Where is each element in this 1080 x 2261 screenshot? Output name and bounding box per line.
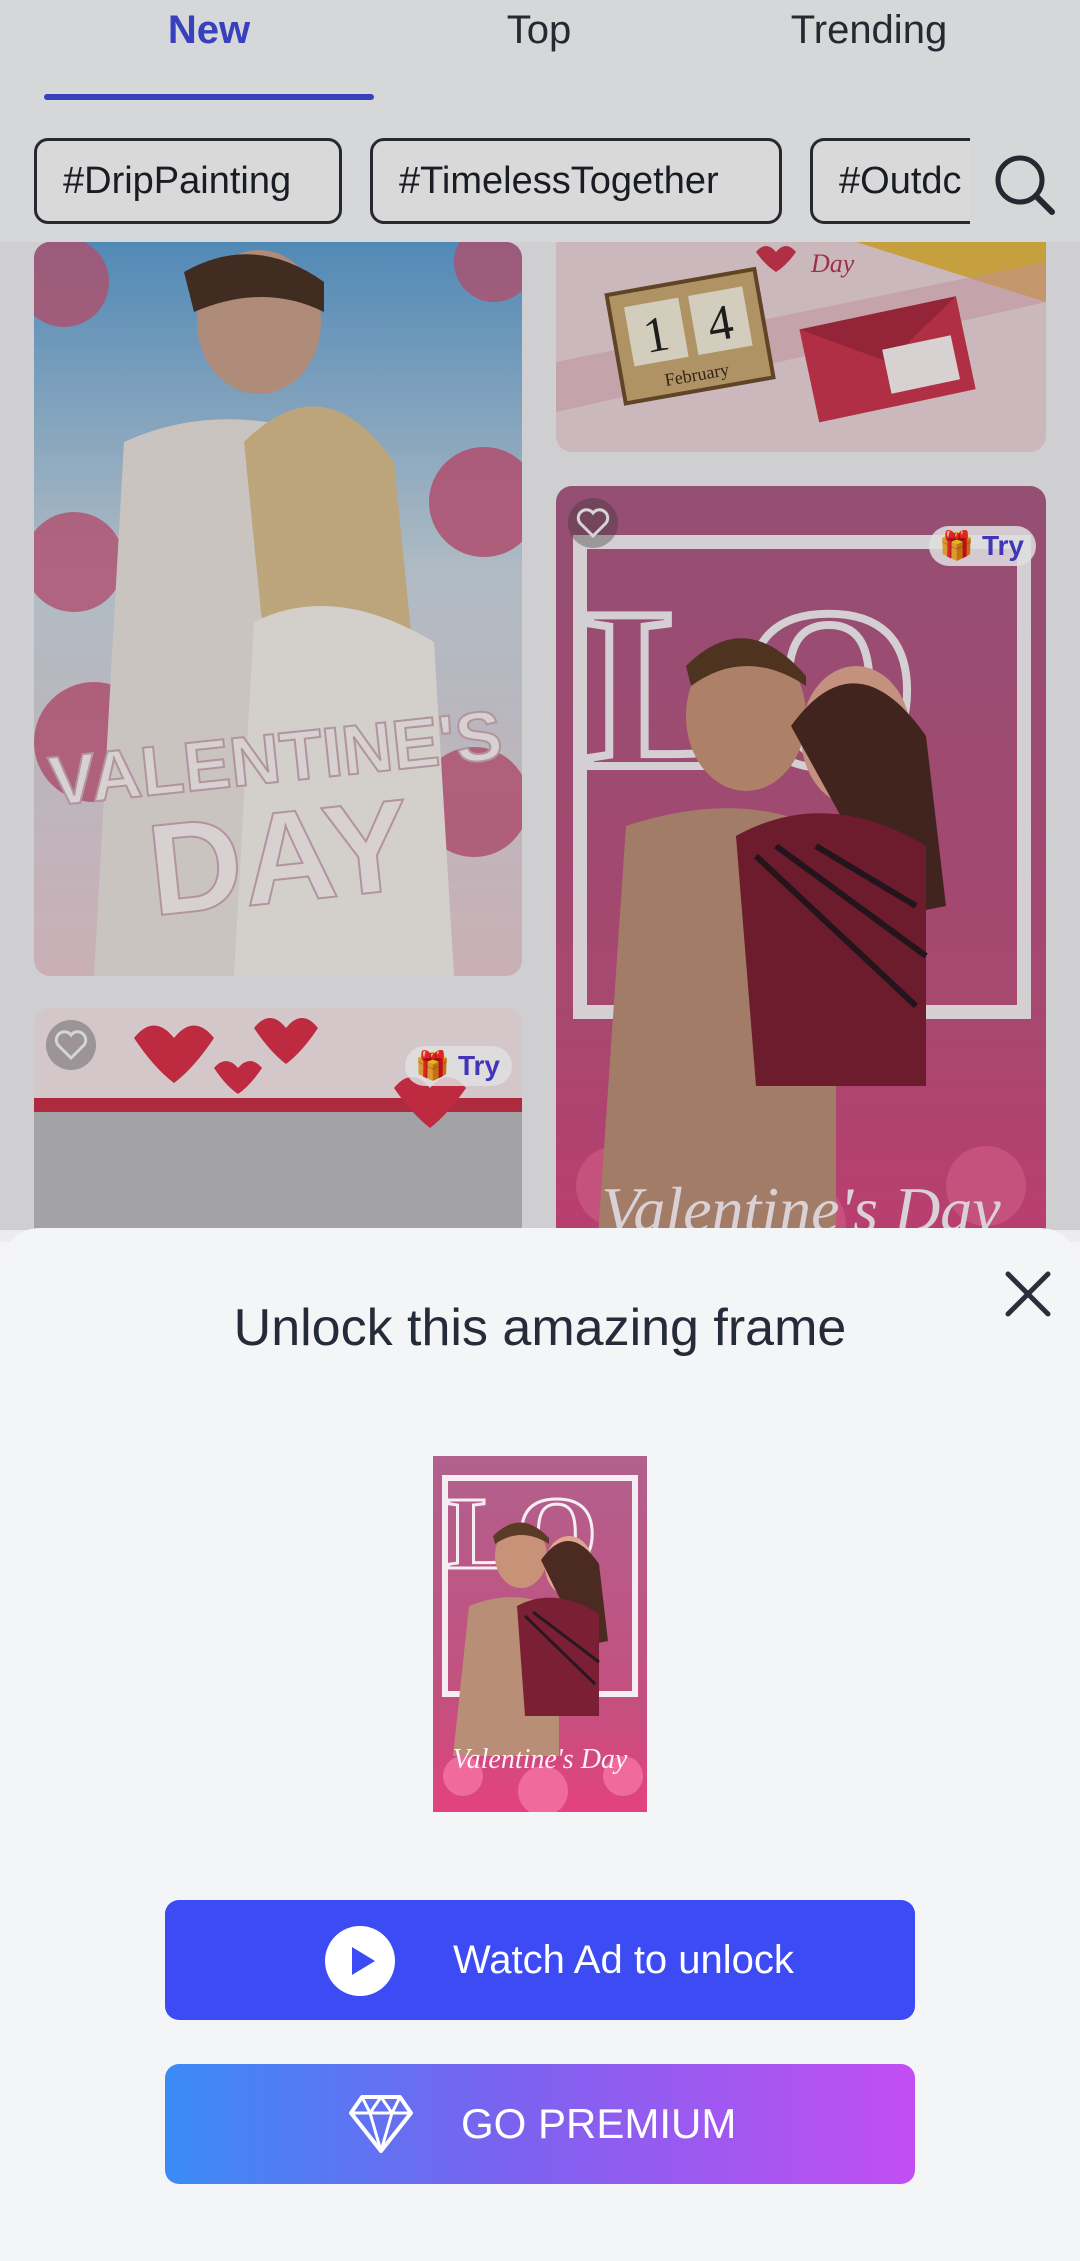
diamond-icon: [348, 2093, 414, 2155]
modal-scrim[interactable]: [0, 0, 1080, 1230]
frame-preview: LO Valentine's Day: [433, 1456, 647, 1812]
unlock-bottom-sheet: Unlock this amazing frame LO Valentine's…: [0, 1228, 1080, 2261]
go-premium-button[interactable]: GO PREMIUM: [165, 2064, 915, 2184]
go-premium-label: GO PREMIUM: [461, 2100, 737, 2147]
watch-ad-label: Watch Ad to unlock: [453, 1938, 794, 1982]
preview-script-text: Valentine's Day: [453, 1744, 628, 1775]
sheet-title: Unlock this amazing frame: [233, 1299, 847, 1357]
watch-ad-button[interactable]: Watch Ad to unlock: [165, 1900, 915, 2020]
play-icon: [325, 1926, 395, 1996]
